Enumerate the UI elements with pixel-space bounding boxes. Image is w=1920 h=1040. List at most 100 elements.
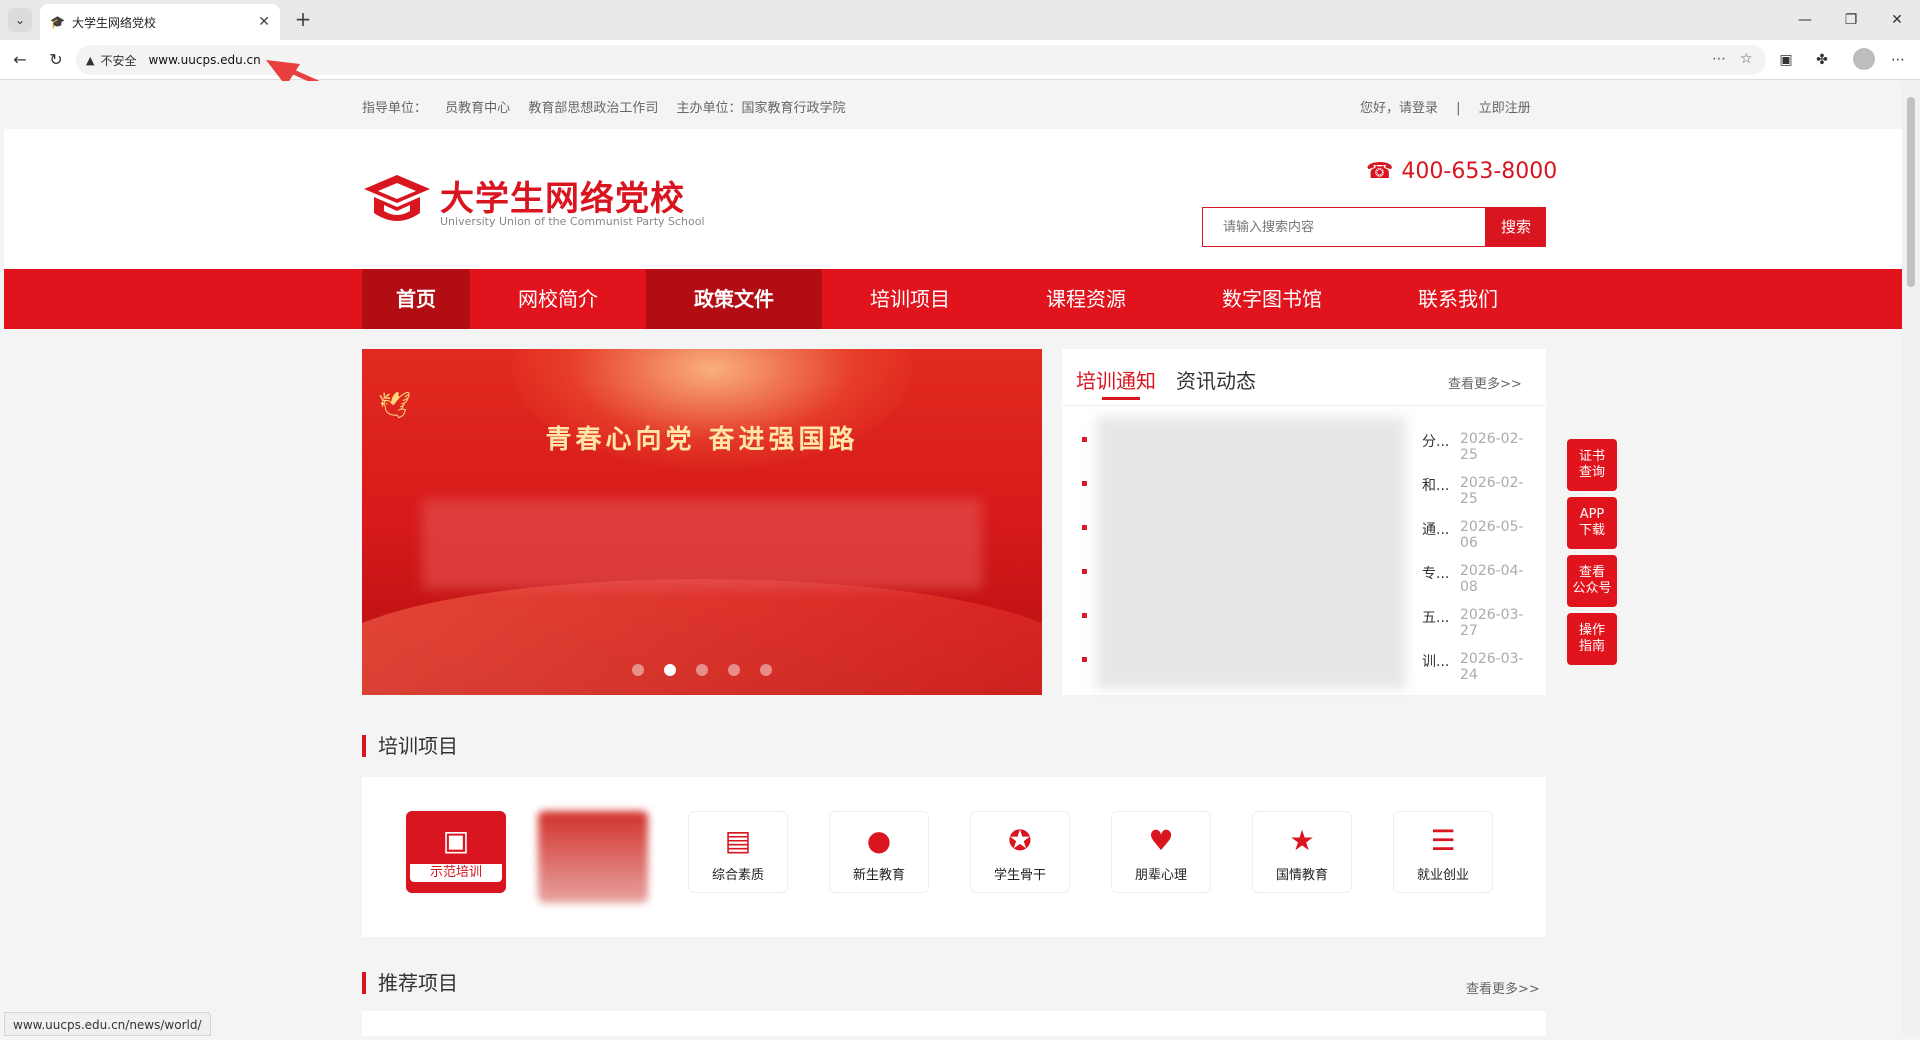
blurred-project-card [538,811,648,903]
tab-list-button[interactable]: ⌄ [8,8,32,32]
news-panel: 培训通知 资讯动态 查看更多>> 分... 2026-02-25 和... 2026… [1062,349,1546,695]
side-btn-line: APP [1579,507,1605,522]
register-link[interactable]: 立即注册 [1479,101,1531,116]
tab-title: 大学生网络党校 [72,15,157,30]
tab-news-updates[interactable]: 资讯动态 [1176,365,1256,394]
new-tab-button[interactable]: + [290,7,316,33]
news-more-link[interactable]: 查看更多>> [1448,373,1522,392]
news-title-tail[interactable]: 分... [1422,431,1449,451]
news-title-tail[interactable]: 专... [1422,563,1449,583]
profile-avatar[interactable] [1853,48,1875,70]
favorite-star-icon[interactable]: ☆ [1740,51,1753,67]
nav-library[interactable]: 数字图书馆 [1174,269,1370,329]
guide-unit[interactable]: 员教育中心 [445,101,510,116]
site-logo-title[interactable]: 大学生网络党校 [440,171,685,220]
student-icon: ● [866,824,892,857]
carousel-dot[interactable] [696,664,708,676]
blurred-content [422,499,982,589]
hotline: ☎ 400-653-8000 [1366,159,1557,184]
split-screen-icon[interactable]: ▣ [1776,50,1796,70]
restore-icon[interactable]: ❐ [1828,0,1874,40]
nav-home[interactable]: 首页 [362,269,470,329]
bullet [1082,437,1087,442]
extensions-icon[interactable]: ✤ [1812,50,1832,70]
news-title-tail[interactable]: 训... [1422,651,1449,671]
page-scrollbar[interactable] [1902,81,1920,1036]
dove-icon: 🕊 [378,391,412,421]
carousel-dot-active[interactable] [664,664,676,676]
recommended-more-link[interactable]: 查看更多>> [1466,978,1540,997]
news-date: 2026-03-24 [1460,651,1524,683]
project-label: 示范培训 [410,864,502,882]
site-logo-subtitle: University Union of the Communist Party … [440,215,705,228]
project-card-psychology[interactable]: ♥ 朋辈心理 [1111,811,1211,893]
certificate-query-button[interactable]: 证书 查询 [1567,439,1617,491]
more-reading-icon[interactable]: ⋯ [1712,51,1726,67]
search-input[interactable] [1202,207,1486,247]
news-date: 2026-02-25 [1460,431,1524,463]
project-label: 新生教育 [852,868,905,883]
carousel-dots [362,661,1042,680]
nav-policy[interactable]: 政策文件 [646,269,822,329]
app-download-button[interactable]: APP 下载 [1567,497,1617,549]
news-title-tail[interactable]: 通... [1422,519,1449,539]
reload-icon[interactable]: ↻ [44,48,68,72]
search-button[interactable]: 搜索 [1486,207,1546,247]
project-label: 学生骨干 [993,868,1046,883]
blurred-news-titles [1096,417,1406,689]
project-card-career[interactable]: ☰ 就业创业 [1393,811,1493,893]
project-card-leaders[interactable]: ✪ 学生骨干 [970,811,1070,893]
page-viewport: 指导单位： 员教育中心 教育部思想政治工作司 主办单位：国家教育行政学院 您好，… [4,81,1902,1036]
medal-icon: ✪ [1008,824,1032,857]
document-icon: ☰ [1430,824,1456,857]
side-btn-line: 查看 [1578,565,1605,580]
back-icon[interactable]: ← [8,48,32,72]
url-text[interactable]: www.uucps.edu.cn [148,53,260,67]
nav-training[interactable]: 培训项目 [822,269,998,329]
project-card-freshman[interactable]: ● 新生教育 [829,811,929,893]
news-date: 2026-04-08 [1460,563,1524,595]
project-card-national[interactable]: ★ 国情教育 [1252,811,1352,893]
close-tab-icon[interactable]: ✕ [258,14,270,30]
news-date: 2026-03-27 [1460,607,1524,639]
host-unit[interactable]: 主办单位：国家教育行政学院 [676,101,845,116]
recommended-panel [362,1011,1546,1036]
insecure-label[interactable]: 不安全 [100,52,136,69]
guide-unit-2[interactable]: 教育部思想政治工作司 [528,101,658,116]
user-guide-button[interactable]: 操作 指南 [1567,613,1617,665]
official-account-button[interactable]: 查看 公众号 [1567,555,1617,607]
side-btn-line: 公众号 [1572,581,1612,596]
browser-tab[interactable]: 🎓 大学生网络党校 ✕ [40,4,280,40]
news-title-tail[interactable]: 五... [1422,607,1449,627]
section-title-training: 培训项目 [362,735,458,757]
carousel-dot[interactable] [760,664,772,676]
graduation-cap-logo-icon[interactable] [362,173,432,227]
nav-courses[interactable]: 课程资源 [998,269,1174,329]
carousel-dot[interactable] [728,664,740,676]
carousel-dot[interactable] [632,664,644,676]
presentation-icon: ▣ [442,824,470,857]
active-tab-underline [1102,397,1140,400]
login-link[interactable]: 您好，请登录 [1360,101,1438,116]
hero-banner[interactable]: 🕊 青春心向党 奋进强国路 [362,349,1042,695]
nav-about[interactable]: 网校简介 [470,269,646,329]
settings-more-icon[interactable]: ⋯ [1888,50,1908,70]
banner-title: 青春心向党 奋进强国路 [545,425,859,455]
minimize-icon[interactable]: — [1782,0,1828,40]
scroll-thumb[interactable] [1907,97,1915,287]
news-date: 2026-05-06 [1460,519,1524,551]
status-bar-url: www.uucps.edu.cn/news/world/ [4,1012,211,1036]
project-card-quality[interactable]: ▤ 综合素质 [688,811,788,893]
browser-tab-bar: ⌄ 🎓 大学生网络党校 ✕ + — ❐ ✕ [0,0,1920,40]
nav-contact[interactable]: 联系我们 [1370,269,1546,329]
project-card-demo[interactable]: ▣ 示范培训 [406,811,506,893]
project-label: 国情教育 [1275,868,1328,883]
bullet [1082,657,1087,662]
flag-icon: ★ [1289,824,1315,857]
news-date: 2026-02-25 [1460,475,1524,507]
tab-training-notice[interactable]: 培训通知 [1076,365,1156,394]
news-title-tail[interactable]: 和... [1422,475,1449,495]
training-projects-panel: ▣ 示范培训 ▤ 综合素质 ● 新生教育 ✪ 学生骨干 ♥ 朋辈心理 ★ 国情教… [362,777,1546,937]
bullet [1082,569,1087,574]
close-window-icon[interactable]: ✕ [1874,0,1920,40]
